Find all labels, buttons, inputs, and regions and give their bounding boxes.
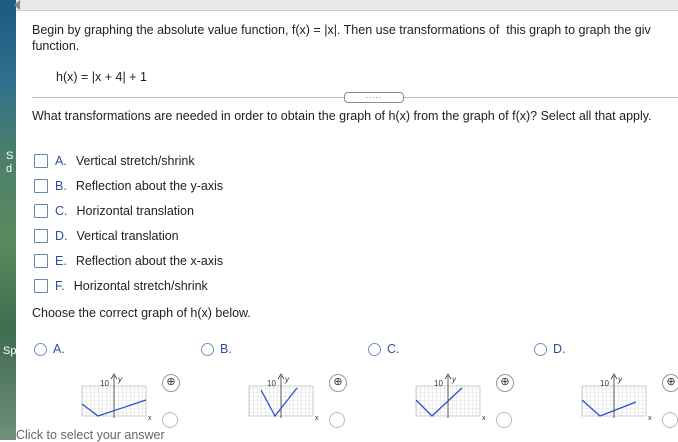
x-label: x [482, 415, 486, 422]
radio-button[interactable] [368, 342, 381, 356]
x-label: x [315, 415, 319, 422]
option-c[interactable]: C. Horizontal translation [34, 198, 223, 223]
graph-thumbnail[interactable]: 10 y x [78, 372, 154, 424]
background-strip: S d Sp [0, 0, 16, 440]
graph-thumbnail[interactable]: 10 y x [412, 372, 488, 424]
instruction-suffix: . Then use transformations of this graph… [336, 23, 651, 37]
instruction-line2: function. [32, 39, 80, 53]
graph-thumbnail[interactable]: 10 y x [245, 372, 321, 424]
tick-label: 10 [100, 379, 109, 388]
option-label: Reflection about the x-axis [75, 253, 224, 268]
graph-choice-d[interactable]: D. 10 y x ⊕ [534, 342, 678, 432]
choice-letter: D. [553, 342, 566, 356]
choice-letter: B. [220, 342, 232, 356]
radio-button[interactable] [201, 342, 214, 356]
instruction-text: Begin by graphing the absolute value fun… [32, 22, 678, 54]
option-letter: D. [55, 228, 68, 243]
x-label: x [148, 415, 152, 422]
y-label: y [451, 375, 457, 384]
option-label: Vertical stretch/shrink [75, 153, 195, 168]
zoom-out-icon[interactable] [496, 412, 512, 428]
choose-prompt: Choose the correct graph of h(x) below. [32, 306, 251, 320]
option-label: Vertical translation [76, 228, 179, 243]
question-text: What transformations are needed in order… [32, 109, 652, 123]
option-letter: C. [55, 203, 68, 218]
zoom-out-icon[interactable] [162, 412, 178, 428]
zoom-out-icon[interactable] [329, 412, 345, 428]
formula: h(x) = |x + 4| + 1 [56, 70, 147, 84]
tick-label: 10 [600, 379, 609, 388]
scroll-left-arrow-icon[interactable] [14, 0, 20, 10]
checkbox[interactable] [34, 253, 48, 268]
graph-choice-a[interactable]: A. 10 y x ⊕ [34, 342, 194, 432]
sidebar-fragment: S [6, 150, 14, 162]
graph-choice-c[interactable]: C. 10 y x ⊕ [368, 342, 528, 432]
option-e[interactable]: E. Reflection about the x-axis [34, 248, 223, 273]
option-letter: E. [55, 253, 67, 268]
resize-handle[interactable]: ..... [344, 92, 404, 103]
option-label: Horizontal stretch/shrink [73, 278, 208, 293]
zoom-in-icon[interactable]: ⊕ [162, 374, 180, 392]
zoom-in-icon[interactable]: ⊕ [329, 374, 347, 392]
graph-choice-b[interactable]: B. 10 y x ⊕ [201, 342, 361, 432]
y-label: y [284, 375, 290, 384]
option-label: Reflection about the y-axis [75, 178, 224, 193]
sidebar-fragment: Sp [3, 345, 17, 357]
question-panel: Begin by graphing the absolute value fun… [16, 10, 678, 440]
instruction-prefix: Begin by graphing the absolute value fun… [32, 23, 325, 37]
graph-thumbnail[interactable]: 10 y x [578, 372, 654, 424]
zoom-in-icon[interactable]: ⊕ [496, 374, 514, 392]
sidebar-fragment: d [6, 163, 13, 175]
checkbox[interactable] [34, 178, 48, 193]
option-letter: A. [55, 153, 67, 168]
options-list: A. Vertical stretch/shrink B. Reflection a… [34, 148, 223, 298]
checkbox[interactable] [34, 153, 48, 168]
tick-label: 10 [267, 379, 276, 388]
option-d[interactable]: D. Vertical translation [34, 223, 223, 248]
zoom-in-icon[interactable]: ⊕ [662, 374, 678, 392]
y-label: y [617, 375, 623, 384]
choice-letter: A. [53, 342, 65, 356]
option-letter: B. [55, 178, 67, 193]
option-a[interactable]: A. Vertical stretch/shrink [34, 148, 223, 173]
option-letter: F. [55, 278, 65, 293]
radio-button[interactable] [34, 342, 47, 356]
checkbox[interactable] [34, 203, 48, 218]
zoom-out-icon[interactable] [662, 412, 678, 428]
x-label: x [648, 415, 652, 422]
checkbox[interactable] [34, 228, 48, 243]
y-label: y [117, 375, 123, 384]
option-f[interactable]: F. Horizontal stretch/shrink [34, 273, 223, 298]
checkbox[interactable] [34, 278, 48, 293]
instruction-abs: |x| [324, 23, 337, 37]
option-b[interactable]: B. Reflection about the y-axis [34, 173, 223, 198]
option-label: Horizontal translation [76, 203, 194, 218]
choice-letter: C. [387, 342, 400, 356]
tick-label: 10 [434, 379, 443, 388]
radio-button[interactable] [534, 342, 547, 356]
